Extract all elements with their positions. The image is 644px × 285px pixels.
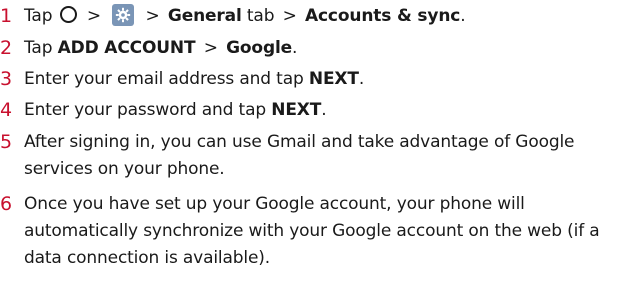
tap-label: Tap: [24, 38, 53, 58]
google-label: Google: [226, 38, 293, 58]
step-number: 4: [0, 99, 12, 121]
step-text-line-3: data connection is available).: [24, 248, 271, 268]
period: .: [358, 69, 365, 89]
period: .: [460, 6, 466, 26]
step-number: 6: [0, 193, 12, 215]
step-text: Tap > > General tab > Accounts & sync.: [0, 3, 644, 30]
step-instruction: Enter your email address and tap: [24, 69, 304, 89]
step-text-line-2: services on your phone.: [24, 159, 225, 179]
step-text-line-1: Once you have set up your Google account…: [24, 194, 525, 214]
step-number: 3: [0, 68, 12, 90]
arrow-separator: >: [282, 6, 297, 26]
step-6: 6 Once you have set up your Google accou…: [0, 191, 644, 272]
arrow-separator: >: [145, 6, 160, 26]
step-4: 4 Enter your password and tap NEXT.: [0, 97, 644, 124]
instruction-steps: 1 Tap > > General tab > Accounts & sync.…: [0, 0, 644, 285]
circle-home-icon: [59, 6, 77, 23]
period: .: [292, 38, 298, 58]
period: .: [321, 100, 327, 120]
arrow-separator: >: [203, 38, 218, 58]
step-text-line-1: After signing in, you can use Gmail and …: [24, 132, 575, 152]
step-1: 1 Tap > > General tab > Accounts & sync.: [0, 3, 644, 30]
step-number: 1: [0, 5, 12, 27]
arrow-separator: >: [86, 6, 101, 26]
step-instruction: Enter your password and tap: [24, 100, 266, 120]
tap-label: Tap: [24, 6, 53, 26]
tab-word: tab: [246, 6, 275, 26]
step-text: Tap ADD ACCOUNT > Google.: [0, 35, 644, 62]
next-label: NEXT: [271, 100, 322, 120]
step-2: 2 Tap ADD ACCOUNT > Google.: [0, 35, 644, 62]
general-tab-label: General: [167, 6, 242, 26]
step-number: 5: [0, 131, 12, 153]
accounts-sync-label: Accounts & sync: [304, 6, 461, 26]
gear-icon: [112, 4, 135, 26]
step-5: 5 After signing in, you can use Gmail an…: [0, 129, 644, 183]
next-label: NEXT: [308, 69, 359, 89]
step-text: Enter your email address and tap NEXT.: [0, 66, 644, 93]
add-account-label: ADD ACCOUNT: [57, 38, 196, 58]
step-number: 2: [0, 37, 12, 59]
step-text: Enter your password and tap NEXT.: [0, 97, 644, 124]
step-3: 3 Enter your email address and tap NEXT.: [0, 66, 644, 93]
step-text-line-2: automatically synchronize with your Goog…: [24, 221, 600, 241]
